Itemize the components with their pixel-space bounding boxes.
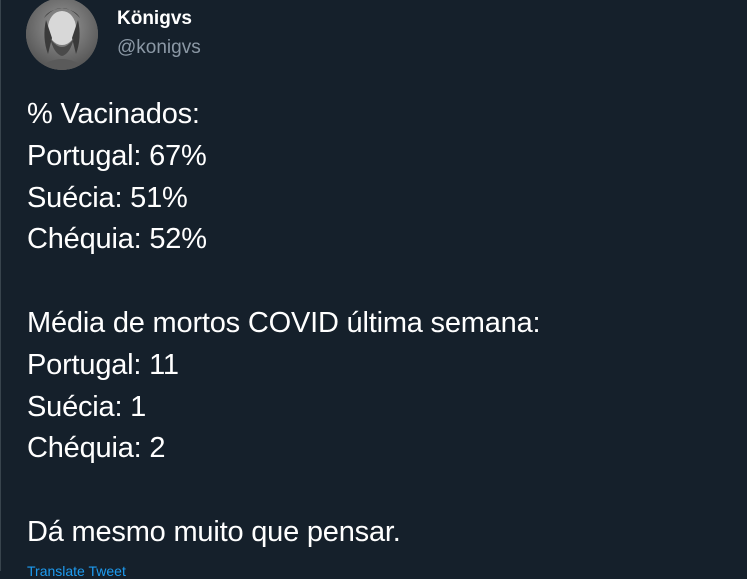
tweet-line: Média de mortos COVID última semana: bbox=[27, 306, 541, 339]
tweet-line: Chéquia: 2 bbox=[27, 432, 166, 465]
tweet-text: % Vacinados: Portugal: 67% Suécia: 51% C… bbox=[27, 94, 727, 554]
display-name[interactable]: Königvs bbox=[117, 8, 201, 30]
tweet-line: Suécia: 51% bbox=[27, 181, 188, 214]
tweet-line: Chéquia: 52% bbox=[27, 223, 207, 256]
tweet: Königvs @konigvs % Vacinados: Portugal: … bbox=[0, 0, 747, 579]
avatar-image bbox=[26, 0, 98, 70]
translate-tweet-link[interactable]: Translate Tweet bbox=[27, 563, 126, 579]
tweet-header: Königvs @konigvs bbox=[26, 0, 201, 72]
avatar[interactable] bbox=[26, 0, 98, 70]
tweet-line: Portugal: 11 bbox=[27, 348, 179, 381]
tweet-line: % Vacinados: bbox=[27, 98, 200, 130]
tweet-line: Suécia: 1 bbox=[27, 390, 147, 423]
user-names: Königvs @konigvs bbox=[117, 8, 201, 59]
tweet-line: Dá mesmo muito que pensar. bbox=[27, 515, 401, 548]
user-handle[interactable]: @konigvs bbox=[117, 37, 201, 59]
tweet-line: Portugal: 67% bbox=[27, 139, 207, 172]
